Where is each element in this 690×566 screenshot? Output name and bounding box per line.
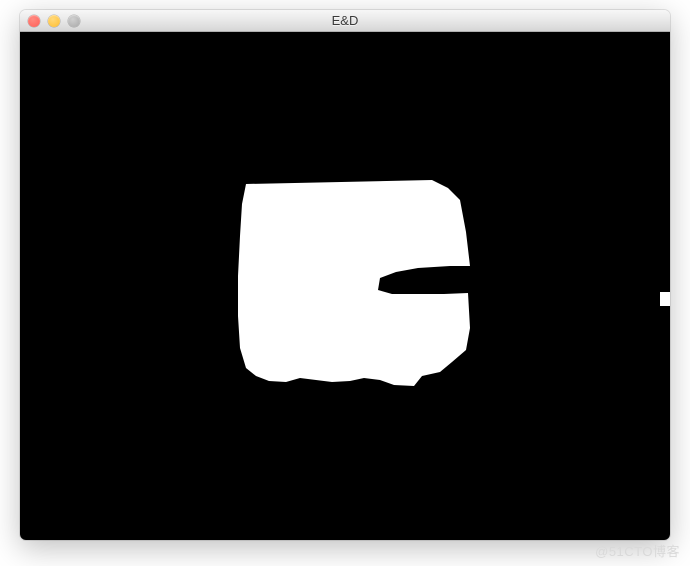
maximize-icon[interactable] [68, 15, 80, 27]
app-window: E&D [20, 10, 670, 540]
titlebar[interactable]: E&D [20, 10, 670, 32]
watermark-text: @51CTO博客 [595, 541, 680, 560]
minimize-icon[interactable] [48, 15, 60, 27]
traffic-lights [20, 15, 80, 27]
window-title: E&D [20, 13, 670, 28]
close-icon[interactable] [28, 15, 40, 27]
image-viewport [20, 32, 670, 540]
binary-blob-main [20, 32, 670, 540]
binary-blob-speck [660, 292, 670, 306]
